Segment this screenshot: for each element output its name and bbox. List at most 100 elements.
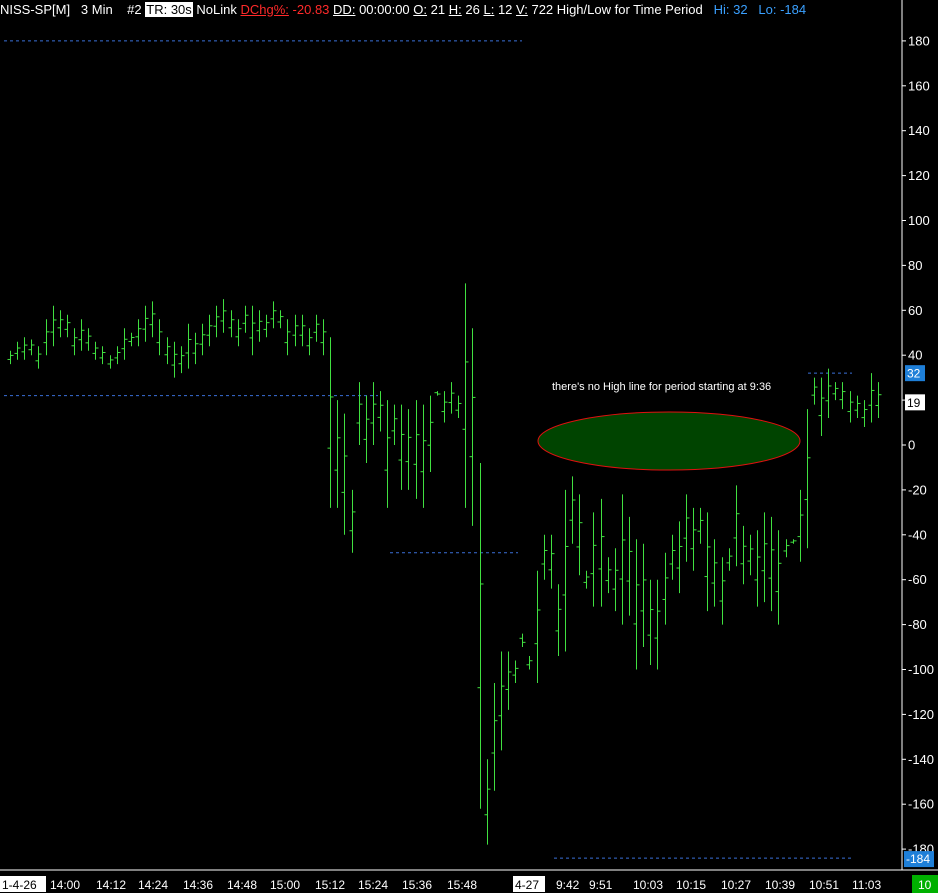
ohlc-bar	[754, 530, 761, 607]
ohlc-bar	[491, 682, 498, 791]
ohlc-bar	[398, 404, 405, 490]
ohlc-bar	[206, 314, 213, 347]
ohlc-bar	[441, 391, 448, 423]
ohlc-bar	[220, 299, 227, 333]
y-tick-label: 180	[908, 33, 930, 48]
ohlc-bar	[719, 557, 726, 625]
ohlc-bar	[583, 570, 590, 589]
ohlc-bar	[349, 489, 356, 553]
ohlc-bar	[384, 400, 391, 508]
ohlc-bar	[156, 319, 163, 356]
ohlc-bar	[107, 355, 114, 369]
ohlc-bar	[576, 494, 583, 576]
x-tick-label: 9:51	[589, 878, 613, 892]
x-tick-label: 14:36	[183, 878, 213, 892]
ohlc-bar	[427, 395, 434, 472]
ohlc-bar	[612, 548, 619, 612]
ohlc-bar	[455, 395, 462, 419]
ohlc-bar	[733, 485, 740, 567]
ohlc-bar	[555, 584, 562, 657]
x-tick-label: 1-4-26	[2, 878, 37, 892]
ohlc-bar	[448, 382, 455, 414]
x-tick-label: 15:00	[270, 878, 300, 892]
ohlc-bar	[647, 579, 654, 666]
y-tick-label: 140	[908, 123, 930, 138]
ohlc-bar	[242, 305, 249, 333]
ohlc-bar	[391, 404, 398, 445]
ohlc-bar	[690, 507, 697, 571]
ohlc-bar	[405, 409, 412, 490]
ohlc-bar	[847, 391, 854, 423]
low-price-label: -184	[906, 852, 930, 866]
ohlc-bar	[171, 341, 178, 378]
ohlc-bar	[7, 350, 14, 365]
ohlc-bar	[726, 548, 733, 571]
ohlc-bar	[92, 341, 99, 360]
ohlc-bar	[740, 525, 747, 585]
x-tick-label: 15:24	[358, 878, 388, 892]
ohlc-bar	[99, 346, 106, 365]
ohlc-bar	[28, 339, 35, 356]
y-tick-label: 100	[908, 213, 930, 228]
ohlc-bar	[505, 651, 512, 710]
x-tick-label: 10:51	[809, 878, 839, 892]
ohlc-bar	[811, 377, 818, 405]
x-tick-label: 14:00	[50, 878, 80, 892]
ohlc-bar	[413, 400, 420, 499]
ohlc-bar	[356, 382, 363, 445]
ohlc-bar	[519, 633, 526, 648]
x-tick-label: 14:24	[138, 878, 168, 892]
annotation-ellipse	[537, 411, 801, 471]
ohlc-bar	[377, 391, 384, 432]
x-tick-label: 10:03	[633, 878, 663, 892]
x-tick-label: 15:12	[315, 878, 345, 892]
ohlc-bar	[768, 516, 775, 612]
ohlc-bar	[747, 534, 754, 576]
ohlc-bar	[633, 539, 640, 670]
ohlc-bar	[804, 409, 811, 549]
ohlc-bar	[697, 507, 704, 544]
ohlc-bar	[21, 337, 28, 360]
ohlc-bar	[605, 557, 612, 594]
ohlc-bar	[477, 462, 484, 809]
ohlc-bar	[562, 489, 569, 652]
ohlc-bar	[669, 534, 676, 580]
ohlc-chart[interactable]: 180160140120100806040200-20-40-60-80-100…	[0, 0, 938, 893]
high-price-label: 32	[907, 367, 921, 381]
ohlc-bar	[462, 283, 469, 508]
x-tick-label: 15:48	[447, 878, 477, 892]
ohlc-bar	[185, 323, 192, 369]
ohlc-bar	[839, 382, 846, 410]
ohlc-bar	[370, 382, 377, 445]
ohlc-bar	[213, 305, 220, 338]
ohlc-bar	[761, 512, 768, 603]
y-tick-label: -40	[908, 527, 927, 542]
ohlc-bar	[861, 400, 868, 428]
y-tick-label: -160	[908, 797, 934, 812]
x-tick-label: 14:48	[227, 878, 257, 892]
y-tick-label: 0	[908, 438, 915, 453]
ohlc-bar	[541, 534, 548, 580]
ohlc-bar	[818, 377, 825, 437]
ohlc-bar	[484, 759, 491, 845]
ohlc-bar	[341, 413, 348, 535]
ohlc-bar	[128, 332, 135, 347]
ohlc-bar	[783, 539, 790, 558]
ohlc-bar	[590, 512, 597, 607]
ohlc-bar	[35, 346, 42, 369]
ohlc-bar	[192, 332, 199, 365]
ohlc-bar	[313, 314, 320, 342]
ohlc-bar	[270, 301, 277, 329]
annotation-text: there's no High line for period starting…	[552, 381, 771, 393]
ohlc-bar	[469, 328, 476, 526]
ohlc-bar	[598, 498, 605, 607]
ohlc-bar	[263, 314, 270, 338]
ohlc-bar	[626, 516, 633, 616]
ohlc-bar	[43, 319, 50, 356]
ohlc-bar	[548, 534, 555, 589]
x-tick-label: 14:12	[96, 878, 126, 892]
ohlc-bar	[228, 310, 235, 338]
ohlc-bar	[775, 530, 782, 625]
ohlc-bar	[512, 660, 519, 683]
ohlc-bar	[64, 314, 71, 338]
